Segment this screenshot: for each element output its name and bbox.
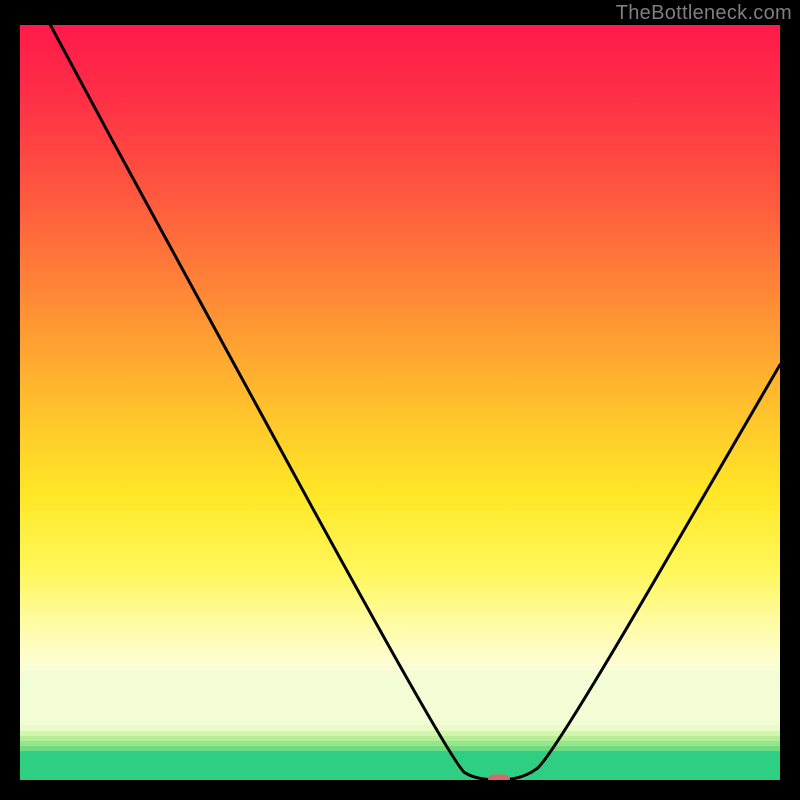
chart-frame: TheBottleneck.com xyxy=(0,0,800,800)
plot-area xyxy=(20,25,780,780)
bottleneck-line xyxy=(20,25,780,780)
watermark-text: TheBottleneck.com xyxy=(616,2,792,25)
optimal-marker xyxy=(488,775,510,781)
curve-path xyxy=(50,25,780,780)
